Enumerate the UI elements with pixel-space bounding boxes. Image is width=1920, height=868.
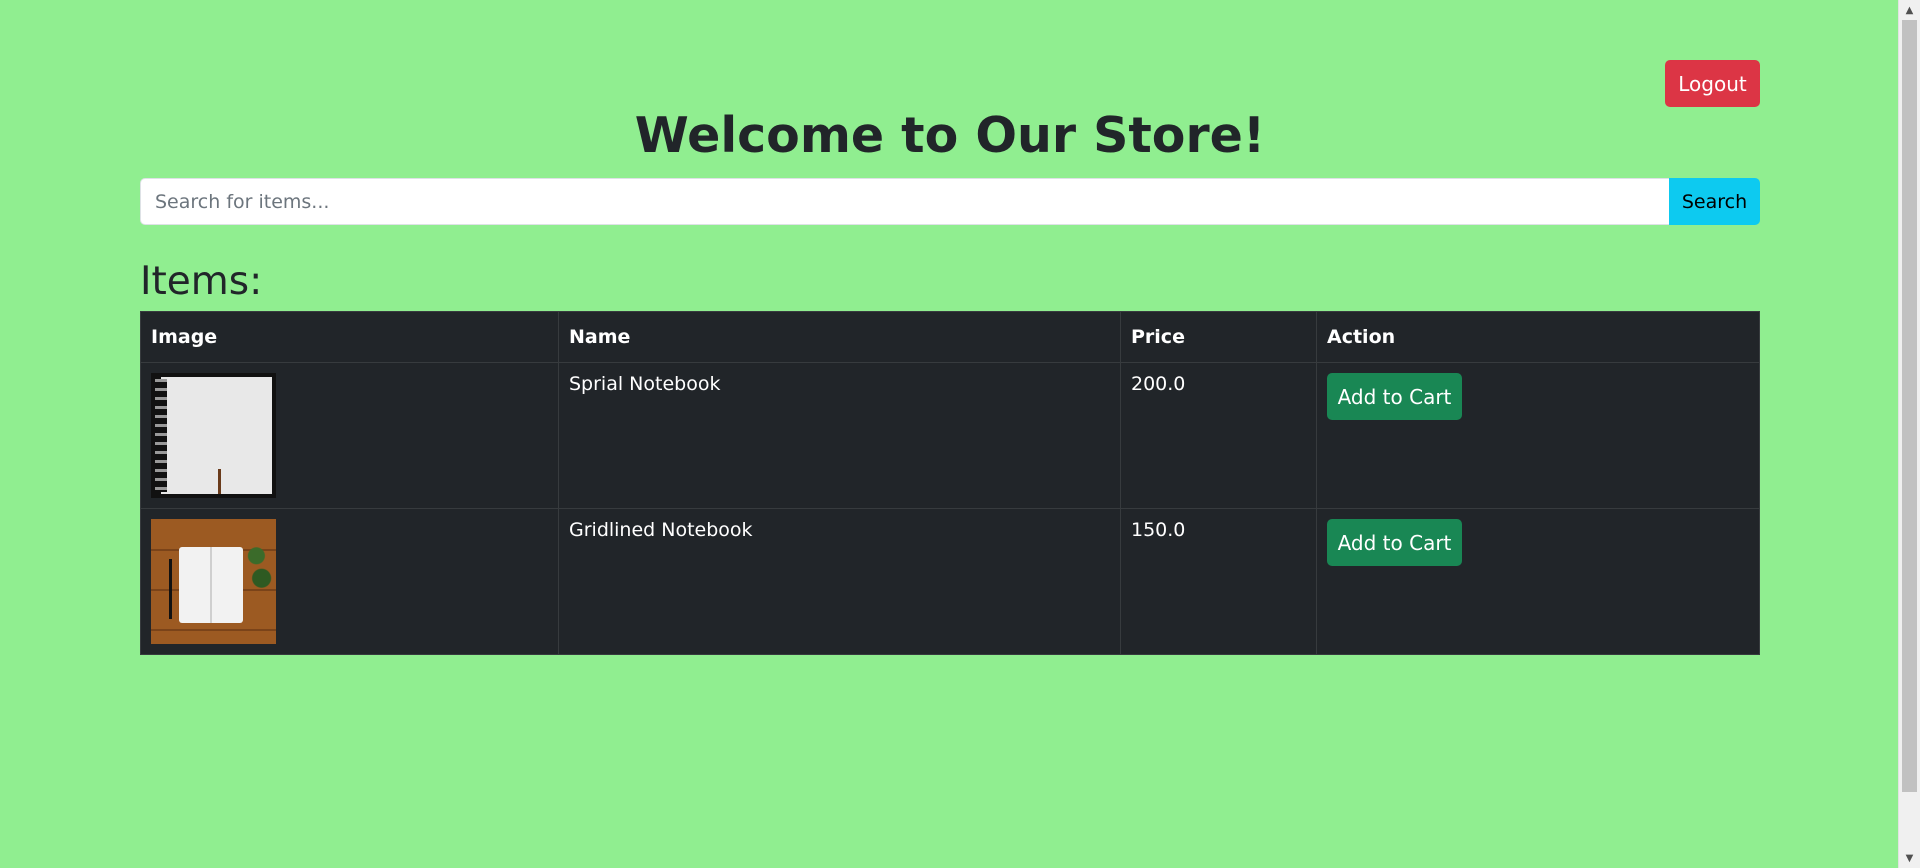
header-bar: Logout [140,0,1760,108]
table-header-row: Image Name Price Action [140,311,1760,363]
table-row: Sprial Notebook 200.0 Add to Cart [140,362,1760,509]
vertical-scrollbar[interactable]: ▲ ▼ [1898,0,1920,868]
item-action-cell: Add to Cart [1316,508,1760,655]
spiral-notebook-image [151,373,276,498]
column-header-action: Action [1316,311,1760,363]
search-input[interactable] [140,178,1669,225]
item-action-cell: Add to Cart [1316,362,1760,509]
items-heading: Items: [140,259,263,304]
scroll-down-arrow-icon[interactable]: ▼ [1899,848,1920,868]
item-image-cell [140,362,559,509]
item-image-cell [140,508,559,655]
table-row: Gridlined Notebook 150.0 Add to Cart [140,508,1760,655]
add-to-cart-button[interactable]: Add to Cart [1327,519,1462,566]
main-container: Logout Welcome to Our Store! Search Item… [140,0,1760,655]
item-price: 150.0 [1120,508,1317,655]
add-to-cart-button[interactable]: Add to Cart [1327,373,1462,420]
column-header-image: Image [140,311,559,363]
item-name: Sprial Notebook [558,362,1121,509]
item-price: 200.0 [1120,362,1317,509]
logout-button[interactable]: Logout [1665,60,1760,107]
search-button[interactable]: Search [1669,178,1760,225]
column-header-name: Name [558,311,1121,363]
column-header-price: Price [1120,311,1317,363]
scroll-up-arrow-icon[interactable]: ▲ [1899,0,1920,20]
page-title: Welcome to Our Store! [634,107,1266,164]
item-name: Gridlined Notebook [558,508,1121,655]
gridlined-notebook-image [151,519,276,644]
search-bar: Search [140,178,1760,225]
items-table: Image Name Price Action Sprial Notebook … [140,311,1760,655]
scrollbar-thumb[interactable] [1902,20,1917,792]
store-page: Logout Welcome to Our Store! Search Item… [0,0,1898,868]
